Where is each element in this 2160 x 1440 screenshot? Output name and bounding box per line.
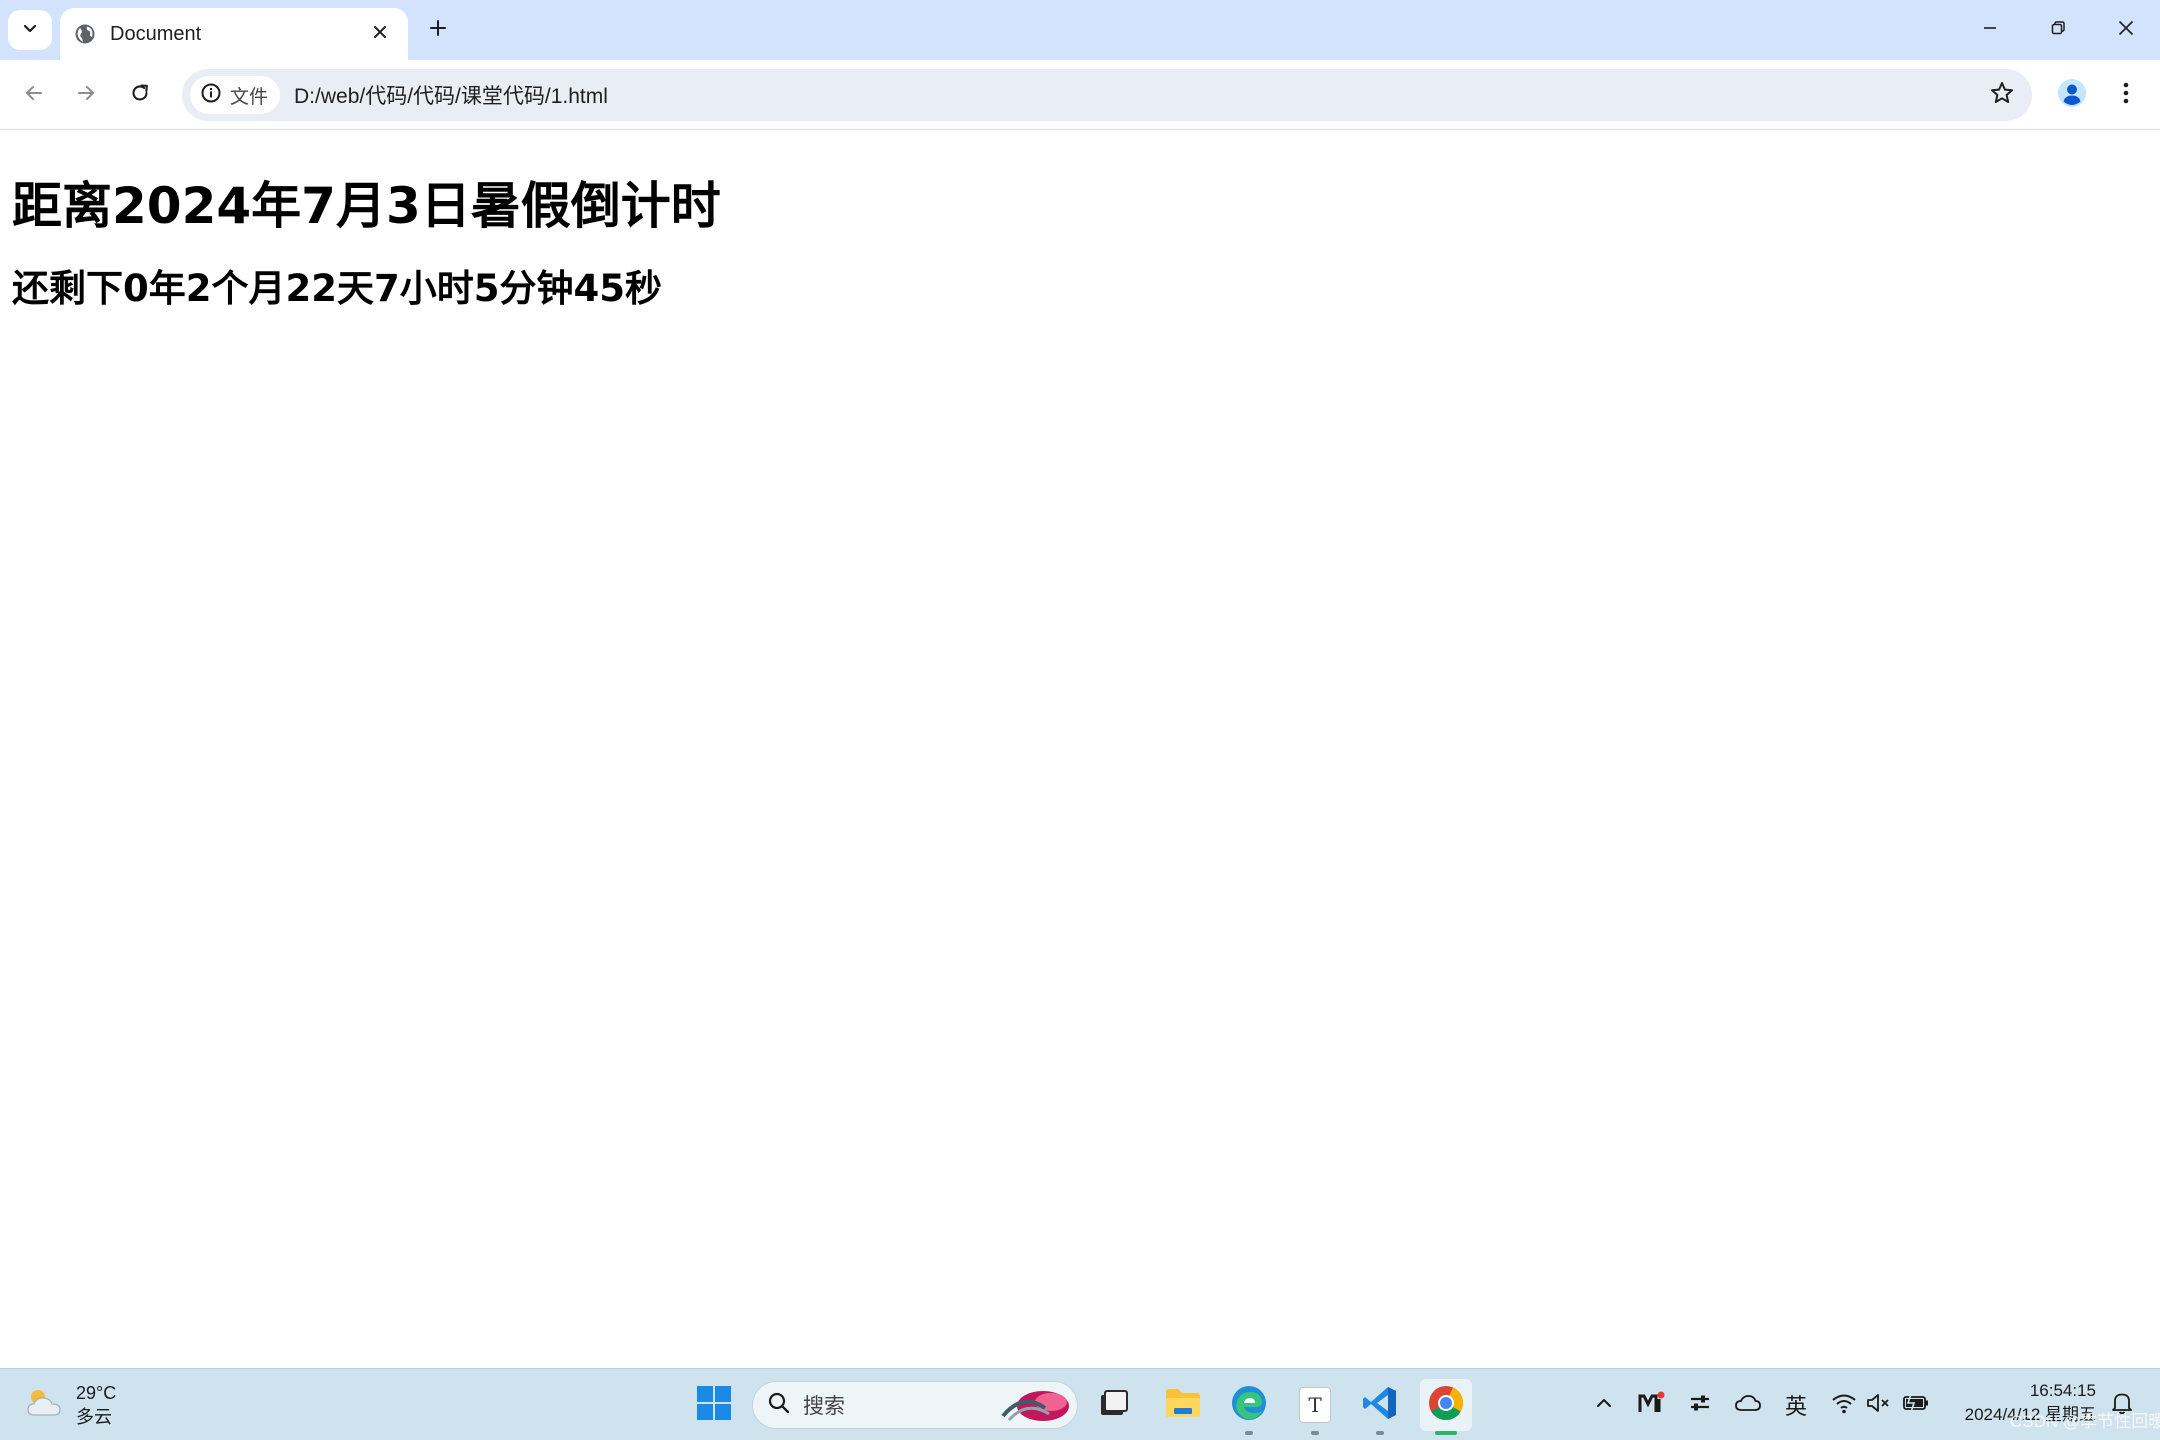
running-indicator [1245, 1431, 1253, 1435]
task-view-button[interactable] [1087, 1379, 1139, 1431]
file-explorer-button[interactable] [1157, 1379, 1209, 1431]
volume-button[interactable] [1862, 1383, 1896, 1427]
onedrive-button[interactable] [1730, 1383, 1766, 1427]
url-text[interactable]: D:/web/代码/代码/课堂代码/1.html [294, 80, 1982, 110]
weather-temperature: 29°C [76, 1383, 117, 1403]
vscode-icon [1361, 1384, 1399, 1426]
page-content: 距离2024年7月3日暑假倒计时 还剩下0年2个月22天7小时5分钟45秒 [0, 130, 2160, 1368]
arrow-left-icon [23, 82, 45, 108]
globe-icon [74, 23, 96, 45]
vscode-button[interactable] [1354, 1379, 1406, 1435]
folder-icon [1164, 1386, 1202, 1424]
chevron-down-icon [21, 19, 39, 41]
profile-button[interactable] [2052, 75, 2092, 115]
browser-menu-button[interactable] [2106, 75, 2146, 115]
window-controls [1956, 0, 2160, 60]
app-notification-icon [1638, 1391, 1666, 1419]
taskbar-search[interactable]: 搜索 [752, 1381, 1078, 1429]
restore-button[interactable] [2024, 0, 2092, 60]
tab-strip: Document [0, 0, 2160, 60]
task-view-icon [1097, 1387, 1129, 1423]
input-method-button[interactable]: 英 [1778, 1383, 1814, 1427]
close-icon [372, 24, 388, 44]
search-highlight-icon [999, 1386, 1073, 1426]
more-vertical-icon [2122, 81, 2130, 109]
back-button[interactable] [12, 73, 56, 117]
weather-condition: 多云 [76, 1407, 112, 1427]
reload-icon [129, 82, 151, 108]
countdown-heading: 距离2024年7月3日暑假倒计时 [12, 177, 721, 235]
plus-icon [428, 18, 448, 42]
typora-button[interactable]: T [1289, 1379, 1341, 1435]
site-chip-label: 文件 [230, 86, 269, 108]
battery-charging-icon [1902, 1393, 1930, 1417]
cloud-icon [1734, 1393, 1762, 1417]
reload-button[interactable] [118, 73, 162, 117]
edge-icon [1230, 1384, 1268, 1426]
notification-button[interactable] [2104, 1383, 2140, 1427]
chrome-button[interactable] [1420, 1379, 1472, 1435]
minimize-icon [1982, 20, 1998, 40]
search-icon [767, 1391, 791, 1419]
avatar-icon [2057, 78, 2087, 112]
windows-logo-icon [696, 1385, 732, 1425]
volume-muted-icon [1866, 1392, 1892, 1418]
battery-button[interactable] [1898, 1383, 1934, 1427]
start-button[interactable] [688, 1379, 740, 1431]
chevron-up-icon [1595, 1394, 1613, 1416]
edge-button[interactable] [1223, 1379, 1275, 1435]
close-icon [2117, 19, 2135, 41]
running-indicator [1311, 1431, 1319, 1435]
arrow-right-icon [75, 82, 97, 108]
window-close-button[interactable] [2092, 0, 2160, 60]
wifi-icon [1831, 1392, 1857, 1418]
chrome-icon [1427, 1384, 1465, 1426]
sliders-icon [1688, 1391, 1712, 1419]
weather-widget[interactable]: 29°C 多云 [24, 1379, 116, 1431]
star-icon [1989, 80, 2015, 110]
forward-button[interactable] [64, 73, 108, 117]
clock-time: 16:54:15 [2029, 1381, 2096, 1400]
tab-close-button[interactable] [366, 20, 394, 48]
network-button[interactable] [1826, 1383, 1862, 1427]
bell-icon [2111, 1391, 2133, 1419]
bookmark-button[interactable] [1982, 75, 2022, 115]
restore-icon [2050, 20, 2066, 40]
tab-document[interactable]: Document [60, 8, 408, 60]
address-bar[interactable]: 文件 D:/web/代码/代码/课堂代码/1.html [182, 69, 2032, 121]
browser-toolbar: 文件 D:/web/代码/代码/课堂代码/1.html [0, 60, 2160, 130]
tray-settings-button[interactable] [1682, 1383, 1718, 1427]
site-info-chip[interactable]: 文件 [190, 76, 281, 114]
typora-icon: T [1299, 1387, 1331, 1423]
running-indicator [1376, 1431, 1384, 1435]
taskbar: 29°C 多云 搜索 T 英 16:54:15 2024/4/12 星期五 CS… [0, 1368, 2160, 1440]
countdown-remaining: 还剩下0年2个月22天7小时5分钟45秒 [12, 267, 662, 310]
info-icon [200, 82, 222, 108]
minimize-button[interactable] [1956, 0, 2024, 60]
tab-title: Document [110, 22, 202, 45]
show-hidden-icons-button[interactable] [1588, 1383, 1620, 1427]
input-method-label: 英 [1784, 1394, 1807, 1419]
tray-app-button[interactable] [1634, 1383, 1670, 1427]
active-indicator [1435, 1431, 1457, 1435]
cloud-sun-icon [24, 1385, 66, 1425]
tab-search-button[interactable] [8, 10, 52, 50]
new-tab-button[interactable] [418, 12, 458, 48]
screen: Document 文件 D:/web/代码/代码/课堂代码/1.html 距离2… [0, 0, 2160, 1440]
taskbar-search-placeholder: 搜索 [803, 1395, 845, 1418]
